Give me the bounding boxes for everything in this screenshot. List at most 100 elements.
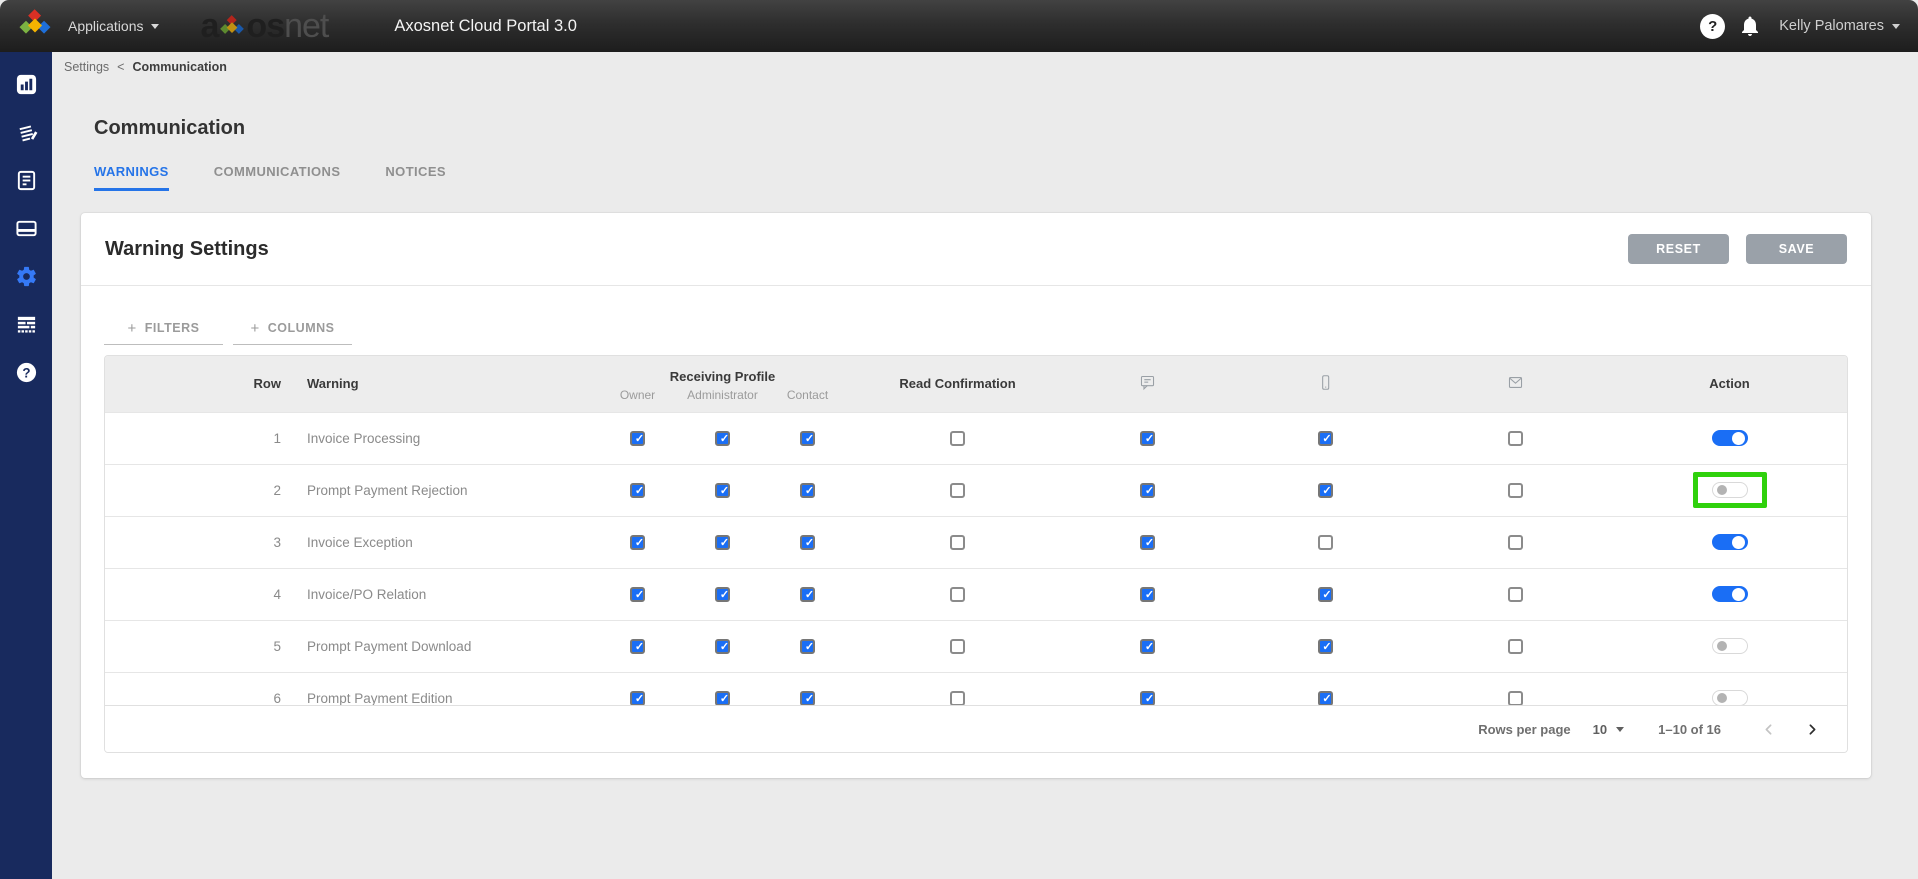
email-channel-checkbox[interactable]: [1508, 639, 1523, 654]
tab-warnings[interactable]: WARNINGS: [94, 164, 169, 191]
chat-channel-checkbox[interactable]: [1140, 639, 1155, 654]
action-toggle[interactable]: [1712, 430, 1748, 446]
action-toggle[interactable]: [1712, 690, 1748, 705]
chat-message-icon: [1139, 374, 1156, 391]
mobile-channel-checkbox[interactable]: [1318, 483, 1333, 498]
breadcrumb-separator: <: [117, 60, 124, 74]
action-toggle-highlight-area: [1693, 472, 1767, 508]
notes-edit-icon: [15, 121, 38, 144]
row-number: 3: [105, 516, 295, 568]
action-toggle-highlight-area: [1693, 524, 1767, 560]
owner-checkbox[interactable]: [630, 431, 645, 446]
chevron-down-icon: [1892, 24, 1900, 29]
read-confirmation-checkbox[interactable]: [950, 639, 965, 654]
table-scroll-area[interactable]: Row Warning Receiving Profile Read Confi…: [105, 356, 1847, 705]
tab-bar: WARNINGS COMMUNICATIONS NOTICES: [94, 164, 1918, 191]
warnings-table: Row Warning Receiving Profile Read Confi…: [104, 355, 1848, 753]
warning-name: Prompt Payment Rejection: [295, 464, 595, 516]
row-number: 5: [105, 620, 295, 672]
contact-checkbox[interactable]: [800, 587, 815, 602]
table-rows-icon: [15, 313, 38, 336]
user-menu[interactable]: Kelly Palomares: [1779, 18, 1900, 34]
chat-channel-checkbox[interactable]: [1140, 483, 1155, 498]
owner-checkbox[interactable]: [630, 587, 645, 602]
pagination-range: 1–10 of 16: [1658, 722, 1721, 737]
email-channel-checkbox[interactable]: [1508, 535, 1523, 550]
settings-gear-icon: [15, 265, 38, 288]
breadcrumb-parent[interactable]: Settings: [64, 60, 109, 74]
email-channel-checkbox[interactable]: [1508, 691, 1523, 705]
filters-label: FILTERS: [145, 321, 200, 335]
sidebar-item-documents[interactable]: [0, 156, 52, 204]
chat-channel-checkbox[interactable]: [1140, 535, 1155, 550]
mobile-channel-checkbox[interactable]: [1318, 535, 1333, 550]
toggle-knob: [1732, 588, 1745, 601]
contact-checkbox[interactable]: [800, 691, 815, 705]
email-channel-checkbox[interactable]: [1508, 587, 1523, 602]
applications-menu[interactable]: Applications: [68, 18, 159, 34]
columns-button[interactable]: + COLUMNS: [233, 312, 352, 345]
rows-per-page-select[interactable]: 10: [1593, 722, 1624, 737]
filters-button[interactable]: + FILTERS: [104, 312, 223, 345]
next-page-button[interactable]: [1797, 714, 1827, 744]
toggle-knob: [1717, 485, 1727, 495]
brand-diamond-icon: [219, 15, 245, 41]
mobile-channel-checkbox[interactable]: [1318, 587, 1333, 602]
panel-heading: Warning Settings: [105, 238, 269, 261]
contact-checkbox[interactable]: [800, 639, 815, 654]
credit-card-icon: [15, 217, 38, 240]
contact-checkbox[interactable]: [800, 483, 815, 498]
owner-checkbox[interactable]: [630, 691, 645, 705]
mobile-channel-checkbox[interactable]: [1318, 431, 1333, 446]
read-confirmation-checkbox[interactable]: [950, 431, 965, 446]
owner-checkbox[interactable]: [630, 483, 645, 498]
chat-channel-checkbox[interactable]: [1140, 587, 1155, 602]
sidebar-item-help[interactable]: ?: [0, 348, 52, 396]
mobile-channel-checkbox[interactable]: [1318, 691, 1333, 705]
tab-notices[interactable]: NOTICES: [385, 164, 446, 191]
administrator-checkbox[interactable]: [715, 587, 730, 602]
owner-checkbox[interactable]: [630, 535, 645, 550]
contact-checkbox[interactable]: [800, 535, 815, 550]
tab-communications[interactable]: COMMUNICATIONS: [214, 164, 341, 191]
sidebar-item-payments[interactable]: [0, 204, 52, 252]
administrator-checkbox[interactable]: [715, 691, 730, 705]
email-channel-checkbox[interactable]: [1508, 431, 1523, 446]
action-toggle[interactable]: [1712, 638, 1748, 654]
sidebar-item-settings[interactable]: [0, 252, 52, 300]
chat-channel-checkbox[interactable]: [1140, 691, 1155, 705]
svg-text:?: ?: [22, 365, 30, 380]
save-button[interactable]: SAVE: [1746, 234, 1847, 264]
notifications-bell-icon[interactable]: [1738, 14, 1762, 38]
mobile-channel-checkbox[interactable]: [1318, 639, 1333, 654]
sidebar-item-notes[interactable]: [0, 108, 52, 156]
help-button[interactable]: ?: [1700, 14, 1725, 39]
owner-checkbox[interactable]: [630, 639, 645, 654]
administrator-checkbox[interactable]: [715, 483, 730, 498]
administrator-checkbox[interactable]: [715, 639, 730, 654]
chevron-right-icon: [1804, 721, 1821, 738]
action-toggle[interactable]: [1712, 586, 1748, 602]
action-toggle-highlight-area: [1693, 680, 1767, 705]
reset-button[interactable]: RESET: [1628, 234, 1729, 264]
contact-checkbox[interactable]: [800, 431, 815, 446]
table-row: 4 Invoice/PO Relation: [105, 568, 1847, 620]
plus-icon: +: [251, 320, 260, 337]
previous-page-button[interactable]: [1753, 714, 1783, 744]
action-toggle[interactable]: [1712, 534, 1748, 550]
administrator-checkbox[interactable]: [715, 431, 730, 446]
administrator-checkbox[interactable]: [715, 535, 730, 550]
read-confirmation-checkbox[interactable]: [950, 483, 965, 498]
action-toggle[interactable]: [1712, 482, 1748, 498]
email-channel-checkbox[interactable]: [1508, 483, 1523, 498]
read-confirmation-checkbox[interactable]: [950, 691, 965, 705]
chevron-down-icon: [151, 24, 159, 29]
chat-channel-checkbox[interactable]: [1140, 431, 1155, 446]
help-icon: ?: [15, 361, 38, 384]
toggle-knob: [1732, 432, 1745, 445]
sidebar-item-dashboard[interactable]: [0, 60, 52, 108]
email-envelope-icon: [1507, 374, 1524, 391]
read-confirmation-checkbox[interactable]: [950, 587, 965, 602]
sidebar-item-reports[interactable]: [0, 300, 52, 348]
read-confirmation-checkbox[interactable]: [950, 535, 965, 550]
